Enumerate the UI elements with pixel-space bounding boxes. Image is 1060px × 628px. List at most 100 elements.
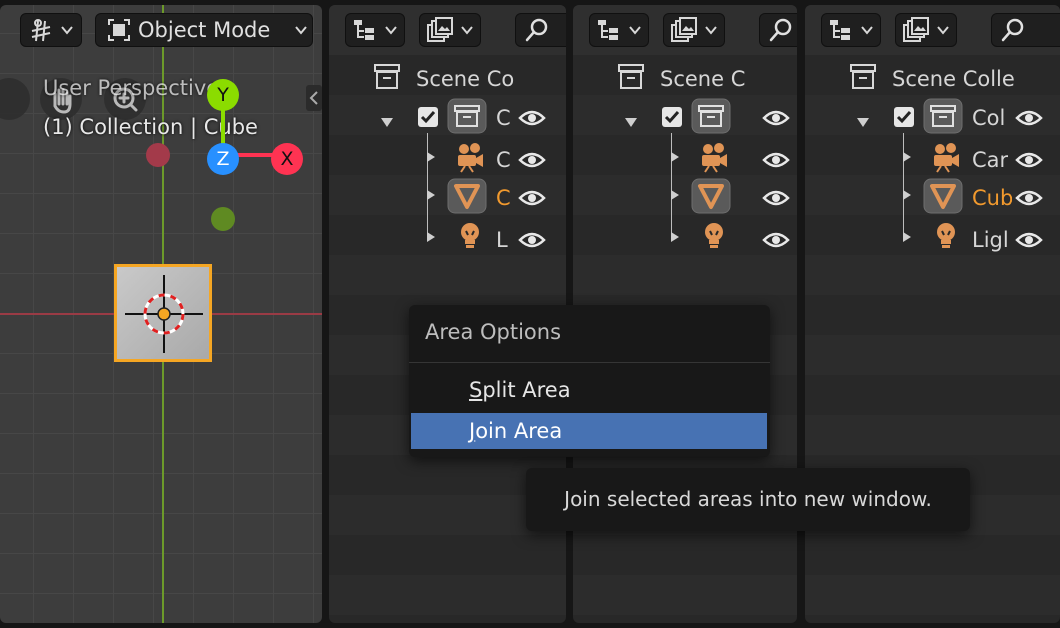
chevron-down-icon	[461, 26, 473, 35]
outliner-row-bg	[805, 575, 1060, 615]
child-arrow-icon	[903, 152, 911, 162]
child-arrow-icon	[427, 232, 435, 242]
scene-collection-label[interactable]: Scene Colle	[892, 67, 1015, 91]
eye-icon[interactable]	[762, 150, 790, 170]
camera-icon[interactable]	[697, 140, 731, 178]
outliner-row-bg	[805, 535, 1060, 575]
outliner-item-label[interactable]: C	[496, 106, 511, 130]
light-icon[interactable]	[699, 220, 729, 258]
view3d-icon	[31, 19, 51, 42]
chevron-down-icon	[705, 26, 717, 35]
editor-type-button[interactable]	[345, 13, 405, 47]
editor-type-button[interactable]	[20, 13, 82, 47]
chevron-down-icon	[937, 26, 949, 35]
collection-icon[interactable]	[447, 98, 487, 138]
child-arrow-icon	[671, 232, 679, 242]
outliner-item-label[interactable]: Col	[972, 106, 1005, 130]
outliner-icon	[830, 20, 850, 40]
menu-divider	[409, 362, 770, 363]
expand-arrow-icon[interactable]	[856, 115, 870, 129]
child-arrow-icon	[671, 190, 679, 200]
light-icon[interactable]	[455, 220, 485, 258]
expand-arrow-icon[interactable]	[380, 115, 394, 129]
search-field[interactable]	[515, 13, 566, 47]
mode-selector[interactable]: Object Mode	[95, 13, 313, 47]
collection-checkbox[interactable]	[418, 107, 438, 127]
outliner-header	[573, 5, 797, 55]
outliner-row-bg	[805, 295, 1060, 335]
search-field[interactable]	[759, 13, 797, 47]
editor-type-button[interactable]	[821, 13, 881, 47]
display-mode-icon	[903, 17, 929, 42]
eye-icon[interactable]	[518, 150, 546, 170]
outliner-row-bg	[805, 335, 1060, 375]
collection-icon[interactable]	[691, 98, 731, 138]
viewport-header: Object Mode	[0, 5, 322, 55]
join-area-item[interactable]: Join Area	[411, 413, 767, 449]
scene-collection-icon	[374, 64, 400, 89]
child-arrow-icon	[427, 152, 435, 162]
collapse-sidebar-icon[interactable]	[306, 85, 322, 111]
search-icon	[769, 18, 792, 42]
z-axis-handle[interactable]: Z	[207, 143, 239, 175]
eye-icon[interactable]	[762, 108, 790, 128]
outliner-item-label[interactable]: L	[496, 228, 508, 252]
outliner-item-label[interactable]: Cub	[972, 186, 1012, 210]
check-icon	[664, 111, 680, 124]
chevron-down-icon	[385, 26, 397, 35]
outliner-row-bg	[805, 375, 1060, 415]
display-mode-button[interactable]	[419, 13, 481, 47]
camera-icon[interactable]	[453, 140, 487, 178]
eye-icon[interactable]	[762, 230, 790, 250]
eye-icon[interactable]	[518, 108, 546, 128]
eye-icon[interactable]	[1015, 108, 1043, 128]
eye-icon[interactable]	[518, 188, 546, 208]
scene-collection-label[interactable]: Scene Co	[416, 67, 514, 91]
outliner-header	[805, 5, 1060, 55]
mesh-icon[interactable]	[923, 178, 963, 218]
camera-icon[interactable]	[929, 140, 963, 178]
expand-arrow-icon[interactable]	[624, 115, 638, 129]
outliner-icon	[354, 20, 374, 40]
child-arrow-icon	[671, 152, 679, 162]
eye-icon[interactable]	[1015, 150, 1043, 170]
outliner-item-label[interactable]: Ligl	[972, 228, 1009, 252]
search-icon	[525, 18, 548, 42]
outliner-row-bg	[329, 535, 566, 575]
collection-checkbox[interactable]	[894, 107, 914, 127]
outliner-header	[329, 5, 566, 55]
display-mode-icon	[671, 17, 697, 42]
check-icon	[896, 111, 912, 124]
3d-cursor[interactable]	[123, 273, 205, 355]
check-icon	[420, 111, 436, 124]
display-mode-icon	[427, 17, 453, 42]
3d-viewport[interactable]: Object Mode User Perspective (1) Collect…	[0, 5, 322, 623]
object-mode-icon	[108, 19, 130, 41]
light-icon[interactable]	[931, 220, 961, 258]
collection-checkbox[interactable]	[662, 107, 682, 127]
scene-collection-label[interactable]: Scene C	[660, 67, 745, 91]
eye-icon[interactable]	[518, 230, 546, 250]
scene-collection-icon	[618, 64, 644, 89]
mesh-icon[interactable]	[691, 178, 731, 218]
neg-y-axis	[211, 207, 235, 231]
search-field[interactable]	[991, 13, 1060, 47]
mesh-icon[interactable]	[447, 178, 487, 218]
eye-icon[interactable]	[762, 188, 790, 208]
collection-icon[interactable]	[923, 98, 963, 138]
search-icon	[1001, 18, 1024, 42]
chevron-down-icon	[61, 26, 73, 35]
display-mode-button[interactable]	[895, 13, 957, 47]
editor-type-button[interactable]	[589, 13, 649, 47]
outliner-item-label[interactable]: Car	[972, 148, 1008, 172]
eye-icon[interactable]	[1015, 188, 1043, 208]
chevron-down-icon	[295, 26, 307, 35]
eye-icon[interactable]	[1015, 230, 1043, 250]
x-axis-handle[interactable]: X	[271, 143, 303, 175]
split-area-item[interactable]: Split Area	[411, 372, 767, 408]
y-axis-handle[interactable]: Y	[207, 79, 239, 111]
neg-x-axis	[146, 143, 170, 167]
outliner-item-label[interactable]: C	[496, 148, 511, 172]
display-mode-button[interactable]	[663, 13, 725, 47]
outliner-item-label[interactable]: C	[496, 186, 511, 210]
